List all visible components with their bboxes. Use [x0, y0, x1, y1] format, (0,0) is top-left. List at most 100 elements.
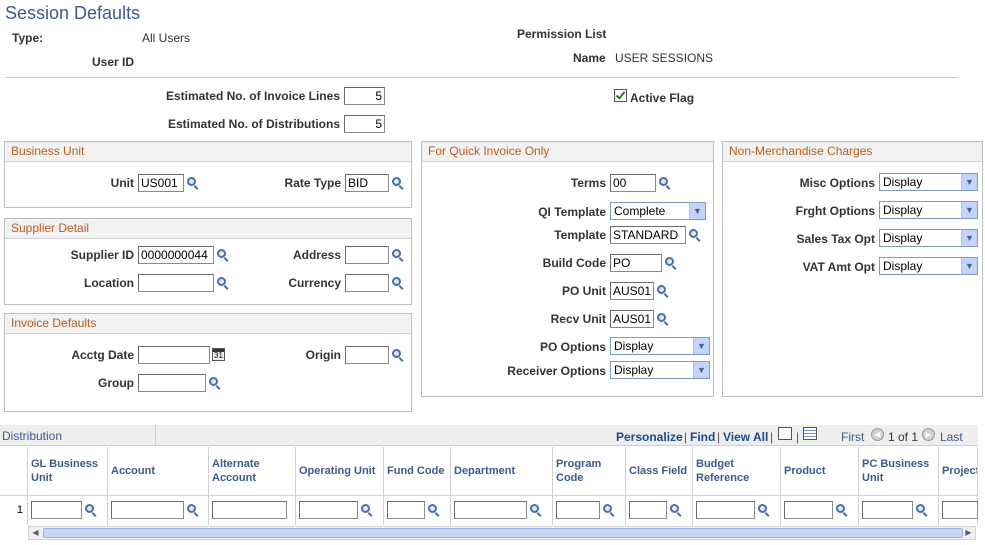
separator: | [684, 430, 688, 444]
column-header-account[interactable]: Account [108, 447, 209, 495]
magnifier-icon[interactable] [757, 503, 771, 517]
recv-unit-field[interactable]: AUS01 [610, 310, 654, 328]
unit-field[interactable]: US001 [138, 174, 184, 192]
column-header-budget-reference[interactable]: Budget Reference [693, 447, 781, 495]
acctg-date-field[interactable] [138, 346, 210, 364]
sales-tax-select[interactable]: Display ▼ [879, 229, 978, 247]
receiver-options-value: Display [614, 363, 654, 377]
magnifier-icon[interactable] [360, 503, 374, 517]
address-field[interactable] [345, 246, 389, 264]
class-field-field[interactable] [629, 501, 667, 519]
qi-template-select[interactable]: Complete ▼ [610, 202, 706, 220]
build-code-field[interactable]: PO [610, 254, 662, 272]
column-header-project[interactable]: Project [939, 447, 978, 495]
active-flag-label: Active Flag [630, 91, 695, 105]
terms-lookup-icon[interactable] [658, 176, 672, 190]
magnifier-icon[interactable] [915, 503, 929, 517]
sales-tax-label: Sales Tax Opt [796, 232, 875, 246]
vat-amt-label: VAT Amt Opt [802, 260, 875, 274]
pc-business-unit-field[interactable] [862, 501, 913, 519]
po-options-select[interactable]: Display ▼ [610, 337, 710, 355]
currency-field[interactable] [345, 274, 389, 292]
column-header-operating-unit[interactable]: Operating Unit [296, 447, 384, 495]
template-field[interactable]: STANDARD [610, 226, 686, 244]
est-distributions-field[interactable]: 5 [344, 115, 385, 133]
group-lookup-icon[interactable] [208, 376, 222, 390]
department-field[interactable] [454, 501, 527, 519]
build-code-label: Build Code [542, 256, 606, 270]
find-link[interactable]: Find [690, 430, 715, 444]
frght-options-select[interactable]: Display ▼ [879, 201, 978, 219]
terms-field[interactable]: 00 [610, 174, 656, 192]
project-field[interactable] [942, 501, 978, 519]
location-field[interactable] [138, 274, 214, 292]
new-window-icon[interactable] [778, 427, 792, 440]
unit-lookup-icon[interactable] [186, 176, 200, 190]
qi-template-value: Complete [614, 204, 666, 218]
scrollbar-thumb[interactable] [43, 528, 963, 538]
account-field[interactable] [111, 501, 184, 519]
magnifier-icon[interactable] [186, 503, 200, 517]
po-options-label: PO Options [540, 340, 606, 354]
last-link[interactable]: Last [940, 430, 963, 444]
download-grid-icon[interactable] [803, 427, 817, 440]
rate-type-label: Rate Type [284, 176, 341, 190]
origin-lookup-icon[interactable] [391, 348, 405, 362]
budget-reference-field[interactable] [696, 501, 755, 519]
alternate-account-field[interactable] [212, 501, 287, 519]
vat-amt-select[interactable]: Display ▼ [879, 257, 978, 275]
next-arrow-icon[interactable]: ▶ [922, 428, 935, 441]
previous-arrow-icon[interactable]: ◀ [871, 428, 884, 441]
magnifier-icon[interactable] [529, 503, 543, 517]
rate-type-field[interactable]: BID [345, 174, 389, 192]
est-invoice-lines-field[interactable]: 5 [344, 87, 385, 105]
column-header-gl-business-unit[interactable]: GL Business Unit [28, 447, 108, 495]
column-header-class-field[interactable]: Class Field [626, 447, 693, 495]
dropdown-arrow-icon: ▼ [961, 230, 977, 246]
receiver-options-select[interactable]: Display ▼ [610, 361, 710, 379]
magnifier-icon[interactable] [427, 503, 441, 517]
column-header-pc-business-unit[interactable]: PC Business Unit [859, 447, 939, 495]
page-title: Session Defaults [5, 3, 141, 23]
active-flag-checkbox[interactable] [614, 89, 627, 102]
rate-type-lookup-icon[interactable] [391, 176, 405, 190]
view-all-link[interactable]: View All [723, 430, 768, 444]
column-header-program-code[interactable]: Program Code [553, 447, 626, 495]
misc-options-select[interactable]: Display ▼ [879, 173, 978, 191]
column-header-department[interactable]: Department [451, 447, 553, 495]
column-header-product[interactable]: Product [781, 447, 859, 495]
personalize-link[interactable]: Personalize [616, 430, 683, 444]
quick-invoice-header: For Quick Invoice Only [422, 142, 713, 162]
origin-field[interactable] [345, 346, 389, 364]
recv-unit-lookup-icon[interactable] [656, 312, 670, 326]
po-unit-field[interactable]: AUS01 [610, 282, 654, 300]
scroll-right-icon[interactable]: ▶ [962, 527, 975, 539]
calendar-icon[interactable]: 31 [212, 348, 225, 361]
template-lookup-icon[interactable] [688, 228, 702, 242]
supplier-id-lookup-icon[interactable] [216, 248, 230, 262]
currency-lookup-icon[interactable] [391, 276, 405, 290]
first-link[interactable]: First [841, 430, 864, 444]
operating-unit-field[interactable] [299, 501, 358, 519]
gl-business-unit-field[interactable] [31, 501, 82, 519]
magnifier-icon[interactable] [669, 503, 683, 517]
column-header-alternate-account[interactable]: Alternate Account [209, 447, 296, 495]
address-lookup-icon[interactable] [391, 248, 405, 262]
group-field[interactable] [138, 374, 206, 392]
location-lookup-icon[interactable] [216, 276, 230, 290]
magnifier-icon[interactable] [84, 503, 98, 517]
fund-code-field[interactable] [387, 501, 425, 519]
po-unit-lookup-icon[interactable] [656, 284, 670, 298]
misc-options-value: Display [883, 175, 923, 189]
product-field[interactable] [784, 501, 833, 519]
build-code-lookup-icon[interactable] [664, 256, 678, 270]
magnifier-icon[interactable] [835, 503, 849, 517]
horizontal-scrollbar[interactable]: ◀ ▶ [28, 526, 976, 540]
column-header-fund-code[interactable]: Fund Code [384, 447, 451, 495]
type-value: All Users [142, 31, 191, 45]
est-invoice-lines-label: Estimated No. of Invoice Lines [165, 89, 340, 103]
supplier-id-field[interactable]: 0000000044 [138, 246, 214, 264]
program-code-field[interactable] [556, 501, 600, 519]
scroll-left-icon[interactable]: ◀ [29, 527, 42, 539]
magnifier-icon[interactable] [602, 503, 616, 517]
